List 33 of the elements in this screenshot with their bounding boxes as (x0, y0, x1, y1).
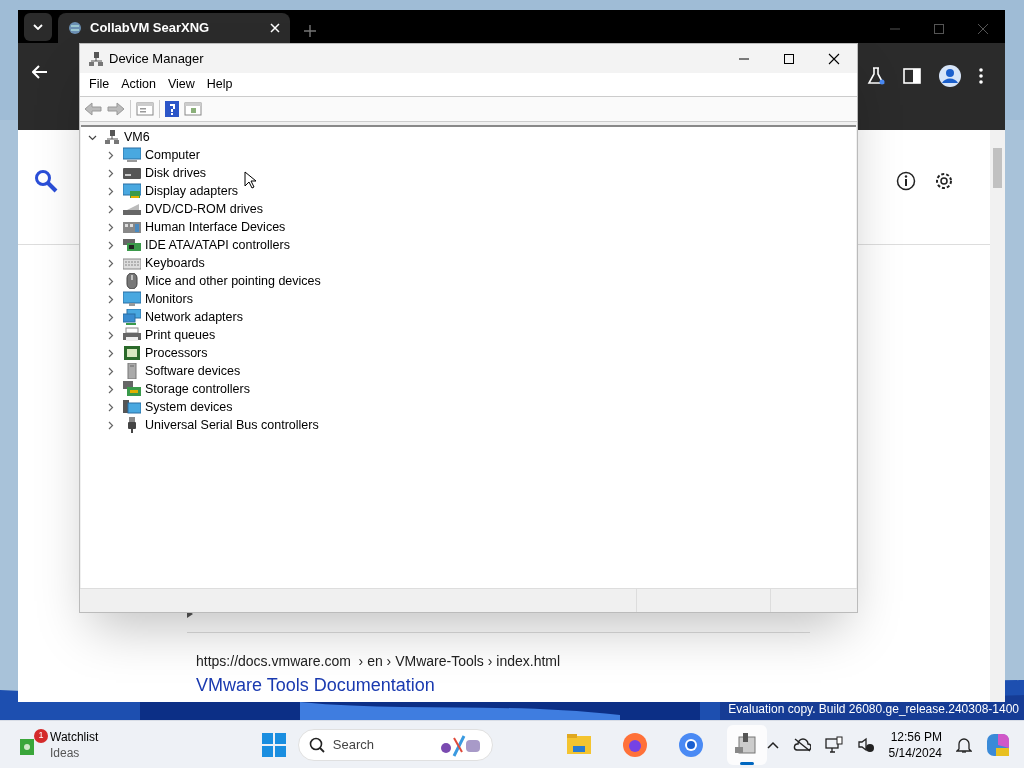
tree-item[interactable]: Keyboards (145, 253, 205, 273)
result-url: https://docs.vmware.com › en › VMware-Tools › index.html (196, 652, 562, 671)
tree-item[interactable]: Human Interface Devices (145, 217, 286, 237)
tree-item[interactable]: Print queues (145, 325, 216, 345)
clock-date[interactable]: 5/14/2024 (888, 744, 942, 761)
tree-item[interactable]: Network adapters (145, 307, 243, 327)
menu-item[interactable]: File (84, 75, 115, 94)
menu-item[interactable]: Action (116, 75, 161, 94)
tree-item[interactable]: VM6 (124, 127, 150, 147)
tree-item[interactable]: Processors (145, 343, 208, 363)
tree-item[interactable]: System devices (145, 397, 233, 417)
tree-item[interactable]: Storage controllers (145, 379, 250, 399)
tree-item[interactable]: Computer (145, 145, 200, 165)
menu-item[interactable]: Help (201, 75, 238, 94)
watermark-text: Evaluation copy. Build 26080.ge_release.240308-1400 (728, 701, 1019, 718)
tree-item[interactable]: Software devices (145, 361, 241, 381)
menu-item[interactable]: View (162, 75, 200, 94)
tree-item[interactable]: Universal Serial Bus controllers (145, 415, 319, 435)
browser-tab[interactable]: CollabVM SearXNG (58, 13, 290, 43)
widget-title[interactable]: Watchlist (50, 728, 99, 745)
tree-item[interactable]: Monitors (145, 289, 193, 309)
tree-item[interactable]: DVD/CD-ROM drives (145, 199, 264, 219)
result-title-link[interactable]: VMware Tools Documentation (196, 674, 435, 696)
notification-badge: 1 (34, 728, 48, 743)
tab-title: CollabVM SearXNG (90, 19, 211, 38)
clock-time[interactable]: 12:56 PM (890, 728, 942, 745)
tree-item[interactable]: Disk drives (145, 163, 207, 183)
window-title: Device Manager (109, 49, 204, 68)
tree-item[interactable]: Mice and other pointing devices (145, 271, 321, 291)
tree-item[interactable]: IDE ATA/ATAPI controllers (145, 235, 290, 255)
widget-subtitle: Ideas (50, 744, 81, 761)
search-field[interactable]: Search (297, 728, 493, 761)
tree-item[interactable]: Display adapters (145, 181, 239, 201)
